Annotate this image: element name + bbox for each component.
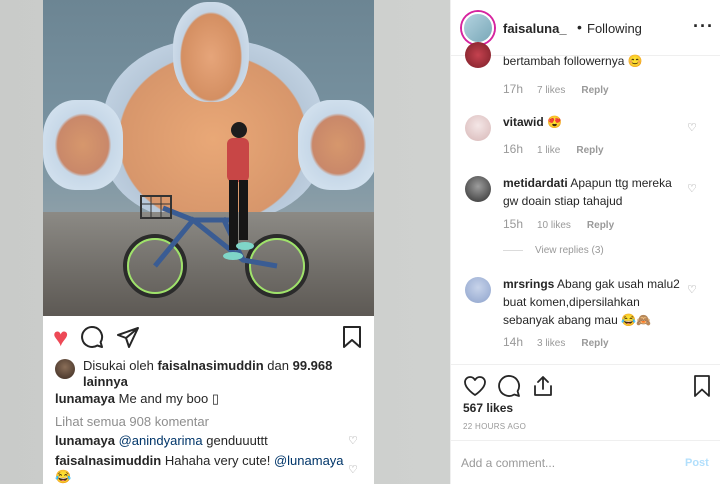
avatar[interactable]	[465, 176, 491, 202]
comment-text: genduuuttt	[206, 433, 268, 448]
following-button[interactable]: Following	[587, 21, 642, 36]
comment-emoji: 😂	[55, 469, 72, 484]
rider	[223, 122, 254, 260]
bicycle	[123, 195, 309, 298]
comment-like-heart-icon[interactable]: ♡	[687, 121, 697, 134]
header-dot: •	[577, 19, 582, 35]
liked-by-prefix: Disukai oleh	[83, 358, 154, 373]
liked-by-and: dan	[267, 358, 289, 373]
mural-gorilla-right-hand	[298, 100, 374, 190]
reply-button[interactable]: Reply	[576, 145, 603, 156]
view-all-comments-link[interactable]: Lihat semua 908 komentar	[55, 414, 374, 430]
mention-link[interactable]: @lunamaya	[274, 453, 344, 468]
comment-likes[interactable]: 3 likes	[537, 338, 565, 349]
liked-by-count[interactable]: 99.968	[293, 358, 333, 373]
comment-like-heart-icon[interactable]: ♡	[687, 283, 697, 296]
caption: lunamaya Me and my boo ▯	[55, 391, 374, 407]
comment-likes[interactable]: 10 likes	[537, 220, 571, 231]
left-comment: faisalnasimuddin Hahaha very cute! @luna…	[55, 453, 374, 484]
avatar[interactable]	[465, 42, 491, 68]
comment-text: bertambah followernya 😊	[503, 54, 643, 68]
reply-button[interactable]: Reply	[581, 338, 608, 349]
comment-time[interactable]: 17h	[503, 82, 537, 96]
add-comment-input[interactable]	[461, 453, 661, 473]
share-icon[interactable]	[116, 325, 140, 349]
divider	[451, 364, 720, 365]
heart-icon[interactable]: ♥	[53, 324, 68, 350]
comment-likes[interactable]: 1 like	[537, 145, 560, 156]
liked-by-text: Disukai oleh faisalnasimuddin dan 99.968…	[83, 358, 373, 390]
comment-meta: 17h 7 likes Reply	[503, 82, 609, 96]
post-actions: ♥	[53, 324, 140, 350]
mural-gorilla-head	[173, 2, 249, 102]
post-comments-panel: faisaluna_ • Following ··· bertambah fol…	[450, 0, 720, 484]
comment-time[interactable]: 14h	[503, 335, 537, 349]
liked-by-suffix[interactable]: lainnya	[83, 374, 128, 389]
avatar[interactable]	[462, 12, 494, 44]
more-options-icon[interactable]: ···	[693, 16, 714, 37]
embedded-post-screenshot: ♥ Disukai oleh faisalnasimuddin dan 99.9…	[43, 0, 374, 484]
comment-like-heart-icon[interactable]: ♡	[687, 182, 697, 195]
comment-user-link[interactable]: metidardati	[503, 176, 568, 190]
reply-button[interactable]: Reply	[587, 220, 614, 231]
header-username-link[interactable]: faisaluna_	[503, 21, 567, 36]
bookmark-icon[interactable]	[340, 325, 364, 349]
bookmark-icon[interactable]	[690, 374, 714, 398]
caption-text: Me and my boo ▯	[118, 391, 219, 406]
comment-like-heart-icon[interactable]: ♡	[348, 434, 358, 447]
likes-count[interactable]: 567 likes	[463, 401, 513, 415]
comment-like-heart-icon[interactable]: ♡	[348, 463, 358, 476]
avatar[interactable]	[55, 359, 75, 379]
avatar[interactable]	[465, 115, 491, 141]
comment-text: Hahaha very cute!	[164, 453, 271, 468]
avatar[interactable]	[465, 277, 491, 303]
view-replies-divider	[503, 250, 523, 251]
comment-user-link[interactable]: lunamaya	[55, 433, 115, 448]
comment-meta: 15h 10 likes Reply	[503, 217, 614, 231]
comment-user-link[interactable]: vitawid	[503, 115, 544, 129]
liked-by-user-link[interactable]: faisalnasimuddin	[157, 358, 263, 373]
comment-user-link[interactable]: faisalnasimuddin	[55, 453, 161, 468]
post-comment-button[interactable]: Post	[685, 457, 709, 469]
comment-icon[interactable]	[497, 374, 521, 398]
comment-user-link[interactable]: mrsrings	[503, 277, 554, 291]
view-replies-label: View replies (3)	[535, 245, 604, 256]
mention-link[interactable]: @anindyarima	[119, 433, 203, 448]
post-photo	[43, 0, 374, 316]
left-comment: lunamaya @anindyarima genduuuttt	[55, 433, 374, 449]
comment-meta: 16h 1 like Reply	[503, 142, 604, 156]
comment-time[interactable]: 16h	[503, 142, 537, 156]
mural-gorilla-left-hand	[43, 100, 123, 190]
comment-text: 😍	[547, 115, 562, 129]
reply-button[interactable]: Reply	[581, 85, 608, 96]
post-actions	[463, 374, 555, 398]
post-timestamp[interactable]: 22 HOURS AGO	[463, 422, 526, 431]
comment-bar: Post	[451, 440, 720, 484]
comment-icon[interactable]	[80, 325, 104, 349]
caption-user-link[interactable]: lunamaya	[55, 391, 115, 406]
post-header: faisaluna_ • Following ···	[451, 0, 720, 56]
comment-meta: 14h 3 likes Reply	[503, 335, 609, 349]
heart-icon[interactable]	[463, 374, 487, 398]
comment-time[interactable]: 15h	[503, 217, 537, 231]
comment-likes[interactable]: 7 likes	[537, 85, 565, 96]
view-replies-button[interactable]: View replies (3)	[503, 245, 604, 256]
upload-icon[interactable]	[531, 374, 555, 398]
